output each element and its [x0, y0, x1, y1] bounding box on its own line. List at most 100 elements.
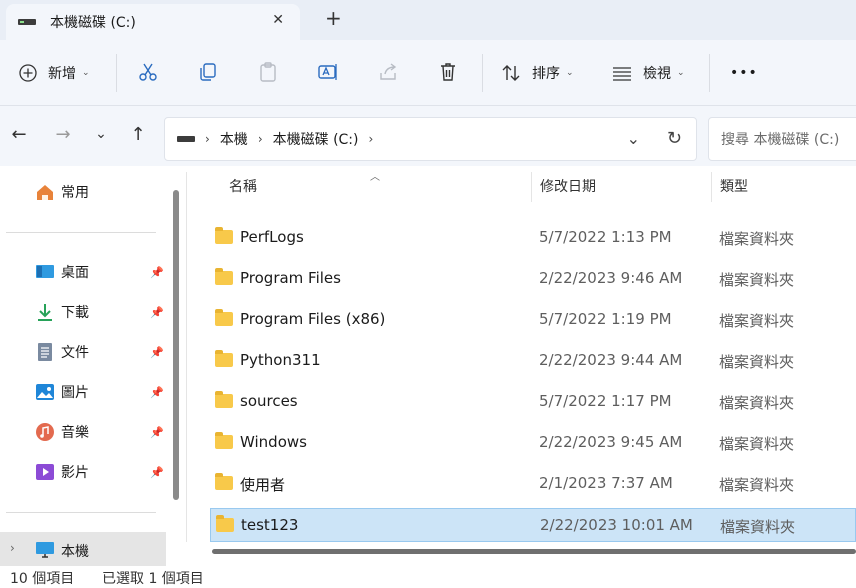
item-count: 10 個項目	[10, 571, 75, 587]
up-button[interactable]: ↑	[124, 120, 152, 148]
sort-label: 排序	[532, 66, 560, 82]
breadcrumb-local-disk[interactable]: 本機磁碟 (C:)	[273, 129, 359, 149]
sidebar-item-label: 音樂	[61, 425, 89, 441]
file-type: 檔案資料夾	[719, 271, 795, 289]
table-row[interactable]: Python311 2/22/2023 9:44 AM 檔案資料夾	[210, 344, 856, 378]
folder-icon	[215, 473, 233, 490]
file-type: 檔案資料夾	[719, 353, 795, 371]
pin-icon[interactable]: 📌	[150, 386, 164, 399]
forward-button[interactable]: →	[49, 120, 77, 148]
sidebar-scrollbar[interactable]	[173, 190, 179, 500]
sidebar-item-label: 桌面	[61, 265, 89, 281]
table-row[interactable]: sources 5/7/2022 1:17 PM 檔案資料夾	[210, 385, 856, 419]
breadcrumb-this-pc[interactable]: 本機	[220, 129, 248, 149]
column-header-name[interactable]: 名稱	[229, 176, 257, 196]
file-date: 2/1/2023 7:37 AM	[539, 474, 673, 492]
sidebar-item-label: 圖片	[61, 385, 89, 401]
sort-ascending-icon: ︿	[370, 172, 380, 183]
column-header-date[interactable]: 修改日期	[540, 176, 596, 196]
copy-button[interactable]	[196, 60, 220, 84]
sidebar-item-desktop[interactable]: 桌面 📌	[0, 256, 170, 288]
share-icon	[380, 63, 397, 80]
paste-button[interactable]	[256, 60, 280, 84]
view-icon	[613, 67, 631, 81]
pin-icon[interactable]: 📌	[150, 426, 164, 439]
more-options-button[interactable]: •••	[730, 58, 758, 88]
folder-icon	[215, 309, 233, 326]
file-name: PerfLogs	[240, 228, 304, 246]
sidebar-divider	[6, 512, 156, 513]
file-date: 5/7/2022 1:19 PM	[539, 310, 672, 328]
folder-icon	[215, 350, 233, 367]
sidebar-item-this-pc[interactable]: › 本機	[0, 532, 166, 568]
file-name: Windows	[240, 433, 307, 451]
pin-icon[interactable]: 📌	[150, 266, 164, 279]
table-row[interactable]: test123 2/22/2023 10:01 AM 檔案資料夾	[210, 508, 856, 542]
pane-divider	[186, 172, 187, 542]
delete-button[interactable]	[436, 60, 460, 84]
table-row[interactable]: Program Files (x86) 5/7/2022 1:19 PM 檔案資料夾	[210, 303, 856, 337]
pin-icon[interactable]: 📌	[150, 466, 164, 479]
sidebar-item-label: 常用	[61, 185, 89, 201]
copy-icon	[200, 63, 216, 81]
share-button[interactable]	[376, 60, 400, 84]
folder-icon	[215, 432, 233, 449]
sidebar-item-music[interactable]: 音樂 📌	[0, 416, 170, 448]
table-row[interactable]: PerfLogs 5/7/2022 1:13 PM 檔案資料夾	[210, 221, 856, 255]
file-date: 2/22/2023 10:01 AM	[540, 516, 693, 534]
cut-icon	[139, 63, 157, 81]
sidebar-item-label: 下載	[61, 305, 89, 321]
sidebar-item-videos[interactable]: 影片 📌	[0, 456, 170, 488]
horizontal-scrollbar[interactable]	[212, 549, 856, 554]
column-divider[interactable]	[531, 172, 532, 202]
sidebar-item-home[interactable]: 常用	[0, 176, 170, 208]
refresh-button[interactable]: ↻	[667, 128, 682, 149]
pin-icon[interactable]: 📌	[150, 306, 164, 319]
pin-icon[interactable]: 📌	[150, 346, 164, 359]
sidebar-item-documents[interactable]: 文件 📌	[0, 336, 170, 368]
sort-button[interactable]: 排序 ⌄	[500, 58, 574, 88]
breadcrumb-separator[interactable]: ›	[258, 132, 263, 146]
view-button[interactable]: 檢視 ⌄	[611, 58, 685, 88]
file-date: 2/22/2023 9:45 AM	[539, 433, 683, 451]
new-button[interactable]: 新增 ⌄	[18, 58, 90, 88]
table-row[interactable]: 使用者 2/1/2023 7:37 AM 檔案資料夾	[210, 467, 856, 501]
rename-button[interactable]	[316, 60, 340, 84]
file-name: Program Files	[240, 269, 341, 287]
title-bar: 本機磁碟 (C:) ✕ +	[0, 0, 856, 40]
column-divider[interactable]	[711, 172, 712, 202]
document-icon	[38, 343, 52, 361]
new-tab-button[interactable]: +	[325, 8, 342, 28]
breadcrumb-separator[interactable]: ›	[205, 132, 210, 146]
cut-button[interactable]	[136, 60, 160, 84]
sidebar-item-downloads[interactable]: 下載 📌	[0, 296, 170, 328]
drive-icon	[18, 19, 36, 25]
file-type: 檔案資料夾	[719, 230, 795, 248]
new-label: 新增	[48, 66, 76, 82]
table-row[interactable]: Program Files 2/22/2023 9:46 AM 檔案資料夾	[210, 262, 856, 296]
search-input[interactable]: 搜尋 本機磁碟 (C:)	[708, 117, 856, 161]
folder-icon	[215, 268, 233, 285]
command-bar: 新增 ⌄ 排序 ⌄ 檢視 ⌄ •••	[0, 40, 856, 106]
this-pc-icon	[36, 542, 54, 558]
column-header-type[interactable]: 類型	[720, 176, 748, 196]
breadcrumb-separator[interactable]: ›	[369, 132, 374, 146]
pictures-icon	[36, 384, 54, 400]
chevron-down-icon: ⌄	[566, 68, 574, 78]
chevron-right-icon[interactable]: ›	[10, 541, 15, 555]
close-tab-button[interactable]: ✕	[272, 12, 284, 28]
sidebar-divider	[6, 232, 156, 233]
active-tab[interactable]: 本機磁碟 (C:) ✕	[6, 4, 300, 40]
toolbar-divider	[709, 54, 710, 92]
address-bar[interactable]: › 本機 › 本機磁碟 (C:) › ⌄ ↻	[164, 117, 697, 161]
sort-icon	[502, 65, 520, 81]
table-row[interactable]: Windows 2/22/2023 9:45 AM 檔案資料夾	[210, 426, 856, 460]
back-button[interactable]: ←	[5, 120, 33, 148]
address-history-button[interactable]: ⌄	[627, 129, 640, 148]
sidebar-item-pictures[interactable]: 圖片 📌	[0, 376, 170, 408]
file-name: Python311	[240, 351, 321, 369]
file-date: 5/7/2022 1:13 PM	[539, 228, 672, 246]
recent-locations-button[interactable]: ⌄	[87, 120, 115, 148]
file-type: 檔案資料夾	[719, 476, 795, 494]
navigation-pane: 常用 桌面 📌 下載 📌 文件 📌 圖片 📌 音樂 📌 影片 📌	[0, 166, 185, 566]
